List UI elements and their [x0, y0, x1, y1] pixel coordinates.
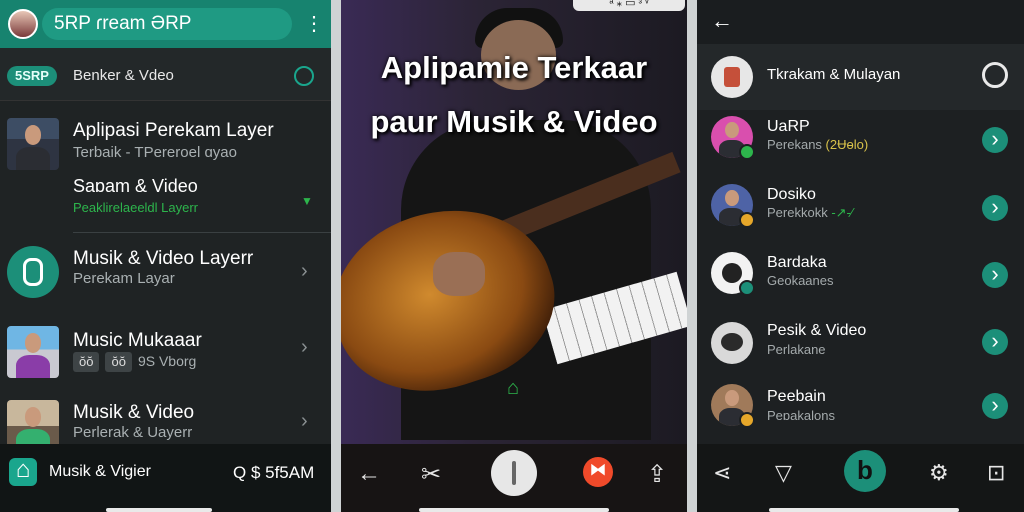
contact-subtitle: Geokaanes	[767, 273, 834, 288]
profile-avatar[interactable]	[8, 9, 38, 39]
contact-name: Dosiko	[767, 186, 816, 203]
app-title: 5RP ɾream ƏRP	[54, 13, 192, 34]
chevron-right-icon[interactable]: ›	[301, 410, 308, 433]
clock-time: Q $ 5f5AM	[233, 463, 315, 482]
contact-row[interactable]: Pesik & Video Perlakane	[697, 308, 1024, 374]
contact-row[interactable]: UaRP Perekans (2Ʉɵlo)	[697, 104, 1024, 170]
list-item[interactable]: Musik & Video Layerr Perekam Layar ›	[0, 238, 331, 308]
circle-toggle-icon[interactable]	[294, 66, 314, 86]
video-title-line-1: Aplipamie Terkaar	[380, 50, 648, 85]
divider	[73, 232, 331, 233]
list-item-title: Saɒam & Video	[73, 176, 198, 196]
status-dot	[739, 212, 755, 228]
contact-name: Peebain	[767, 388, 826, 405]
home-indicator[interactable]	[769, 508, 959, 512]
online-status-dot	[739, 144, 755, 160]
video-player-panel: ᵃ ⁎ ▭ ᶟ ᵛ Aplipamie Terkaar paur Musik &…	[341, 0, 687, 512]
chevron-right-button[interactable]	[982, 193, 1008, 221]
contact-row[interactable]: Tkrakam & Mulayan	[697, 44, 1024, 110]
back-arrow-icon[interactable]: ←	[357, 460, 381, 488]
contact-row[interactable]: Bardaka Geokaanes	[697, 240, 1024, 306]
panel-divider	[331, 0, 341, 512]
list-item-subtitle: 9S Vborg	[137, 353, 197, 369]
chevron-right-button[interactable]	[982, 260, 1008, 288]
lock-icon	[711, 56, 753, 98]
share-icon[interactable]: ⇪	[647, 460, 667, 489]
list-item[interactable]: Aplipasi Perekam Layer Terbaik - TPerero…	[0, 110, 331, 230]
chevron-right-button[interactable]	[982, 327, 1008, 355]
chat-list-panel: 5RP ɾream ƏRP ⋮ 5SRP Benker & Vdeo Aplip…	[0, 0, 331, 512]
list-item-title: Musik & Video Layerr	[73, 248, 254, 269]
cut-icon[interactable]: ✂	[421, 460, 441, 489]
contact-subtitle: Perekans (2Ʉɵlo)	[767, 137, 869, 152]
contact-subtitle: Perekkokk -↗-∕	[767, 205, 854, 220]
list-item-subtitle: Terbaik - TPereroel ɑyao	[73, 144, 237, 161]
circle-toggle-icon[interactable]	[982, 62, 1008, 88]
filter-icon[interactable]: ▽	[775, 460, 792, 486]
home-indicator[interactable]	[419, 508, 609, 512]
chevron-right-icon[interactable]: ›	[301, 260, 308, 283]
contact-name: UaRP	[767, 118, 810, 135]
back-arrow-icon[interactable]: ←	[711, 8, 733, 34]
contact-subtitle: Perlakane	[767, 342, 826, 357]
performer-hand	[433, 252, 485, 296]
home-icon[interactable]	[9, 456, 37, 486]
list-item-title: Musik & Video	[73, 402, 195, 423]
share-nodes-icon[interactable]: ⋖	[713, 460, 731, 486]
lock-icon[interactable]: ⊡	[987, 460, 1005, 486]
watermark-logo-icon: ⌂	[506, 377, 520, 399]
contact-row[interactable]: Peebain Peɒakalons	[697, 376, 1024, 442]
person-thumbnail	[7, 326, 59, 378]
contact-name: Pesik & Video	[767, 322, 867, 339]
contact-subtitle: Peɒakalons	[767, 408, 835, 423]
status-dot	[739, 412, 755, 428]
list-item-subtitle: Peaklirelaeeldl Layerr	[73, 200, 199, 215]
chevron-right-icon[interactable]: ›	[301, 336, 308, 359]
contact-row[interactable]: Dosiko Perekkokk -↗-∕	[697, 172, 1024, 238]
list-item-subtitle: Perlerak & Uayerr	[73, 424, 193, 441]
list-item-title: Music Mukaaar	[73, 330, 202, 351]
chip[interactable]: ŏŏ	[105, 352, 132, 372]
home-indicator[interactable]	[106, 508, 212, 512]
list-item[interactable]: Musik & Video Perlerak & Uayerr ›	[0, 392, 331, 452]
panel-divider	[687, 0, 697, 512]
subheader-title: Benker & Vdeo	[73, 67, 174, 84]
contact-name: Tkrakam & Mulayan	[767, 66, 901, 83]
play-pause-button[interactable]	[491, 450, 537, 496]
settings-gear-icon[interactable]: ⚙	[929, 460, 949, 486]
person-thumbnail	[7, 118, 59, 170]
bottom-bar-label: Musik & Vigier	[49, 463, 151, 480]
list-item-subtitle: Perekam Layar	[73, 270, 175, 287]
subheader-badge: 5SRP	[7, 66, 57, 86]
contact-name: Bardaka	[767, 254, 827, 271]
chevron-right-button[interactable]	[982, 125, 1008, 153]
video-title-line-2: paur Musik & Video	[370, 104, 658, 139]
record-button[interactable]	[583, 457, 613, 487]
chevron-right-button[interactable]	[982, 391, 1008, 419]
online-status-dot	[739, 280, 755, 296]
list-item-title: Aplipasi Perekam Layer	[73, 120, 274, 141]
chip-row: ŏŏ ŏŏ 9S Vborg	[73, 352, 196, 372]
contacts-panel: ← Tkrakam & Mulayan UaRP Perekans (2Ʉɵlo…	[697, 0, 1024, 512]
kebab-menu-icon[interactable]: ⋮	[304, 12, 324, 36]
chat-bubble-icon	[711, 322, 753, 364]
chevron-down-icon[interactable]: ▼	[301, 194, 313, 208]
main-action-button[interactable]	[844, 450, 886, 492]
status-bar: ᵃ ⁎ ▭ ᶟ ᵛ	[573, 0, 685, 11]
contacts-header	[697, 0, 1024, 44]
chip[interactable]: ŏŏ	[73, 352, 100, 372]
list-item[interactable]: Music Mukaaar ŏŏ ŏŏ 9S Vborg ›	[0, 318, 331, 390]
app-logo-icon	[7, 246, 59, 298]
